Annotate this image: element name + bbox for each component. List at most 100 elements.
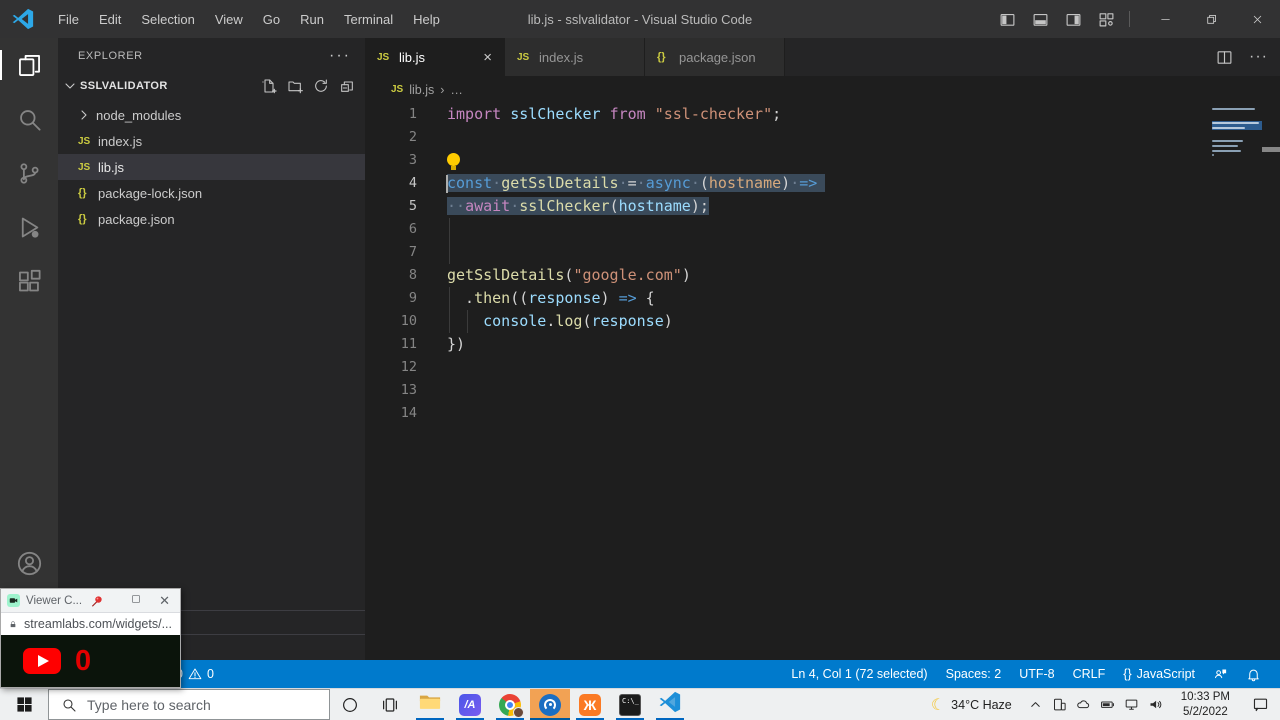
overlay-title-bar[interactable]: Viewer C... ✕ <box>1 589 180 612</box>
activity-explorer[interactable] <box>0 38 58 92</box>
tab-package.json[interactable]: {}package.json <box>645 38 785 76</box>
status-feedback[interactable] <box>1204 667 1237 682</box>
scrollbar-decoration[interactable] <box>1262 147 1280 152</box>
activity-extensions[interactable] <box>0 254 58 308</box>
taskbar-search-input[interactable]: Type here to search <box>48 689 330 720</box>
menu-terminal[interactable]: Terminal <box>334 0 403 38</box>
code-line-14[interactable]: 14 <box>365 402 1280 425</box>
minimap[interactable] <box>1212 103 1262 171</box>
collapse-folders-icon[interactable] <box>339 78 355 94</box>
cortana-button[interactable] <box>330 689 370 720</box>
activity-search[interactable] <box>0 92 58 146</box>
taskbar-app-chrome[interactable] <box>490 689 530 720</box>
folder-section-header[interactable]: SSLVALIDATOR <box>58 74 365 98</box>
new-folder-icon[interactable] <box>287 78 303 94</box>
code-line-1[interactable]: 1import sslChecker from "ssl-checker"; <box>365 103 1280 126</box>
lightbulb-icon[interactable] <box>447 153 460 166</box>
battery-icon[interactable] <box>1100 697 1115 712</box>
new-file-icon[interactable] <box>261 78 277 94</box>
code-line-4[interactable]: 4const·getSslDetails·=·async·(hostname)·… <box>365 172 1280 195</box>
editor-more-actions-icon[interactable]: ··· <box>1249 48 1268 66</box>
refresh-explorer-icon[interactable] <box>313 78 329 94</box>
phone-link-icon[interactable] <box>1052 697 1067 712</box>
status-indentation[interactable]: Spaces: 2 <box>937 667 1011 681</box>
tab-index.js[interactable]: JSindex.js <box>505 38 645 76</box>
menu-selection[interactable]: Selection <box>131 0 204 38</box>
file-tree-item-node_modules[interactable]: node_modules <box>58 102 365 128</box>
code-line-6[interactable]: 6 <box>365 218 1280 241</box>
file-tree-item-package-lock.json[interactable]: {}package-lock.json <box>58 180 365 206</box>
overlay-close-button[interactable]: ✕ <box>147 593 174 609</box>
status-eol-sequence[interactable]: CRLF <box>1064 667 1115 681</box>
restore-window-button[interactable] <box>1188 0 1234 38</box>
taskbar-app-xampp[interactable]: Ж <box>570 689 610 720</box>
breadcrumb-separator-icon: › <box>440 83 444 97</box>
file-explorer-icon <box>419 691 441 718</box>
chevron-up-icon[interactable] <box>1028 697 1043 712</box>
code-line-11[interactable]: 11}) <box>365 333 1280 356</box>
indent-guide <box>449 241 450 264</box>
file-tree-item-index.js[interactable]: JSindex.js <box>58 128 365 154</box>
taskbar-app-medal-app[interactable]: /A <box>450 689 490 720</box>
taskbar-app-file-explorer[interactable] <box>410 689 450 720</box>
taskbar-app-streamlabs[interactable] <box>530 689 570 720</box>
status-language-mode[interactable]: {}JavaScript <box>1114 667 1204 681</box>
split-editor-icon[interactable] <box>1216 49 1233 66</box>
overlay-address-bar[interactable]: streamlabs.com/widgets/... <box>1 612 180 635</box>
close-window-button[interactable] <box>1234 0 1280 38</box>
activity-source-control[interactable] <box>0 146 58 200</box>
explorer-more-actions-icon[interactable]: ··· <box>329 47 351 65</box>
breadcrumb[interactable]: JS lib.js › … <box>365 76 1280 103</box>
volume-icon[interactable] <box>1148 697 1163 712</box>
taskbar-app-vscode[interactable] <box>650 689 690 720</box>
code-editor[interactable]: 1import sslChecker from "ssl-checker";23… <box>365 103 1280 660</box>
code-line-10[interactable]: 10 console.log(response) <box>365 310 1280 333</box>
activity-account[interactable] <box>0 536 58 590</box>
code-line-9[interactable]: 9 .then((response) => { <box>365 287 1280 310</box>
braces-icon: {} <box>1123 667 1131 681</box>
menu-run[interactable]: Run <box>290 0 334 38</box>
code-line-2[interactable]: 2 <box>365 126 1280 149</box>
layout-panel-icon[interactable] <box>1032 11 1049 28</box>
network-icon[interactable] <box>1124 697 1139 712</box>
menu-file[interactable]: File <box>48 0 89 38</box>
status-cursor-position[interactable]: Ln 4, Col 1 (72 selected) <box>782 667 936 681</box>
status-encoding[interactable]: UTF-8 <box>1010 667 1063 681</box>
status-notifications[interactable] <box>1237 667 1270 682</box>
menu-help[interactable]: Help <box>403 0 450 38</box>
menu-edit[interactable]: Edit <box>89 0 131 38</box>
action-center-button[interactable] <box>1240 696 1280 713</box>
overlay-maximize-button[interactable] <box>131 594 141 607</box>
minimize-window-button[interactable] <box>1142 0 1188 38</box>
code-line-13[interactable]: 13 <box>365 379 1280 402</box>
taskbar-clock[interactable]: 10:33 PM 5/2/2022 <box>1171 690 1240 720</box>
layout-sidebar-right-icon[interactable] <box>1065 11 1082 28</box>
start-button[interactable] <box>0 689 48 720</box>
task-view-button[interactable] <box>370 689 410 720</box>
pin-icon[interactable] <box>90 594 104 608</box>
file-tree-item-package.json[interactable]: {}package.json <box>58 206 365 232</box>
taskbar-app-command-prompt[interactable]: C:\_ <box>610 689 650 720</box>
code-token: => <box>799 174 817 192</box>
tab-lib.js[interactable]: JSlib.js× <box>365 38 505 76</box>
close-tab-icon[interactable]: × <box>467 49 492 66</box>
code-line-3[interactable]: 3 <box>365 149 1280 172</box>
layout-sidebar-left-icon[interactable] <box>999 11 1016 28</box>
overlay-content: 0 <box>1 635 180 687</box>
line-number: 2 <box>365 126 447 149</box>
activity-run-debug[interactable] <box>0 200 58 254</box>
layout-customize-icon[interactable] <box>1098 11 1115 28</box>
code-line-12[interactable]: 12 <box>365 356 1280 379</box>
code-line-8[interactable]: 8getSslDetails("google.com") <box>365 264 1280 287</box>
code-token: ·· <box>447 197 465 215</box>
code-line-5[interactable]: 5··await·sslChecker(hostname); <box>365 195 1280 218</box>
code-line-7[interactable]: 7 <box>365 241 1280 264</box>
account-icon <box>16 550 43 577</box>
menu-go[interactable]: Go <box>253 0 290 38</box>
line-number: 6 <box>365 218 447 241</box>
weather-widget[interactable]: ☾ 34°C Haze <box>923 695 1020 715</box>
menu-view[interactable]: View <box>205 0 253 38</box>
file-tree-item-lib.js[interactable]: JSlib.js <box>58 154 365 180</box>
onedrive-cloud-icon[interactable] <box>1076 697 1091 712</box>
viewer-count-window[interactable]: Viewer C... ✕ streamlabs.com/widgets/...… <box>0 588 181 688</box>
